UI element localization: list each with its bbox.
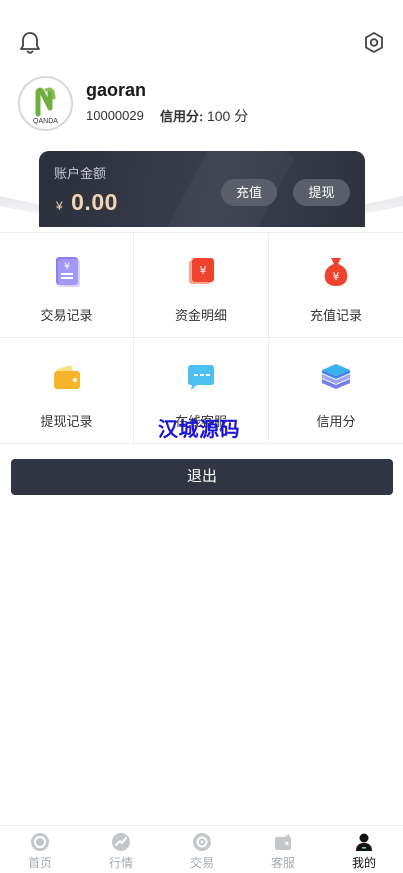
top-bar [0, 28, 403, 58]
balance-value: 0.00 [71, 189, 118, 215]
tab-home[interactable]: 首页 [0, 826, 80, 873]
tab-label: 行情 [108, 856, 133, 870]
tab-market[interactable]: 行情 [81, 826, 161, 873]
svg-text:¥: ¥ [200, 264, 207, 277]
credit-value: 100 分 [206, 108, 249, 124]
fund-detail-icon: ¥ [189, 258, 214, 284]
watermark-text: 汉城源码 [158, 419, 240, 441]
balance-amount: ¥ 0.00 [56, 189, 118, 216]
recharge-button[interactable]: 充值 [221, 179, 277, 206]
bell-icon[interactable] [18, 30, 42, 56]
menu-item-fund-detail[interactable]: ¥ 资金明细 [134, 232, 269, 338]
trade-icon [193, 833, 211, 851]
tab-label: 交易 [189, 856, 214, 870]
svg-text:QANDA: QANDA [33, 118, 58, 125]
avatar-logo-icon: QANDA [33, 87, 58, 125]
bottom-tab-bar: 首页 行情 交易 客服 我的 [0, 825, 403, 873]
logout-button[interactable]: 退出 [11, 459, 393, 495]
credit-label: 信用分: [160, 109, 204, 124]
user-id: 10000029 [86, 108, 144, 123]
menu-item-credit-score[interactable]: 信用分 [269, 338, 403, 444]
avatar[interactable]: QANDA [18, 76, 73, 131]
settings-icon[interactable] [362, 30, 386, 56]
profile-icon [356, 833, 372, 851]
tab-label: 客服 [270, 856, 295, 870]
balance-label: 账户金额 [54, 166, 107, 181]
credit-score-text: 信用分: 100 分 [160, 106, 248, 126]
profile-section: QANDA gaoran 10000029 信用分: 100 分 [18, 76, 388, 132]
transaction-record-icon: ¥ [55, 257, 80, 287]
recharge-record-icon: ¥ [324, 258, 348, 286]
withdraw-record-icon [53, 365, 80, 389]
tab-label: 我的 [351, 856, 376, 870]
service-icon [275, 834, 291, 850]
home-icon [31, 833, 49, 851]
username: gaoran [86, 80, 147, 100]
menu-item-label: 充值记录 [309, 308, 362, 323]
credit-score-icon [322, 364, 350, 389]
menu-item-label: 信用分 [316, 414, 356, 429]
market-icon [112, 833, 130, 851]
account-balance-card: 账户金额 ¥ 0.00 充值 提现 [39, 151, 365, 227]
svg-text:¥: ¥ [64, 262, 70, 272]
tab-trade[interactable]: 交易 [162, 826, 242, 873]
currency-symbol: ¥ [56, 199, 63, 213]
menu-item-transaction-record[interactable]: ¥ 交易记录 [0, 232, 134, 338]
menu-item-recharge-record[interactable]: ¥ 充值记录 [269, 232, 403, 338]
tab-profile[interactable]: 我的 [324, 826, 403, 873]
menu-item-label: 提现记录 [40, 414, 93, 429]
menu-item-label: 资金明细 [174, 308, 227, 323]
menu-item-withdraw-record[interactable]: 提现记录 [0, 338, 134, 444]
tab-service[interactable]: 客服 [243, 826, 323, 873]
menu-item-label: 交易记录 [40, 308, 93, 323]
svg-text:¥: ¥ [333, 270, 340, 283]
tab-label: 首页 [27, 856, 52, 870]
withdraw-button[interactable]: 提现 [293, 179, 350, 206]
online-service-icon [188, 365, 214, 390]
